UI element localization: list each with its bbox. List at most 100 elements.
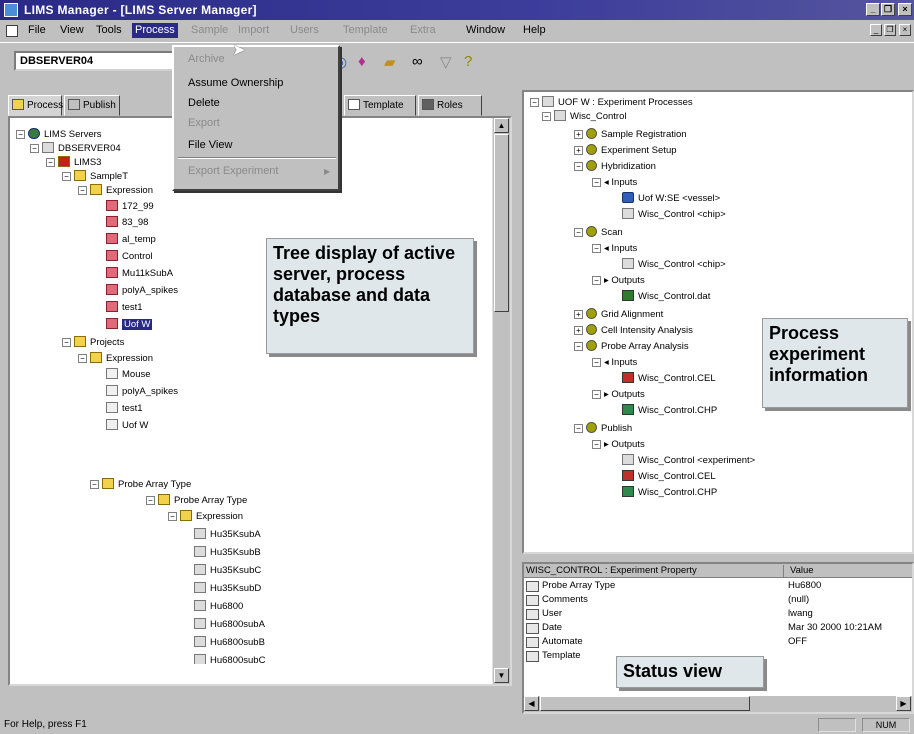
binoculars-icon[interactable]: ∞ <box>412 53 423 70</box>
mdi-close-icon[interactable]: × <box>899 24 911 36</box>
tab-template[interactable]: Template <box>344 95 416 116</box>
minimize-icon[interactable]: _ <box>866 3 880 16</box>
list-item[interactable]: Control <box>106 250 153 263</box>
process-probe-array-analysis[interactable]: − Probe Array Analysis <box>574 340 689 353</box>
process-experiment-setup[interactable]: + Experiment Setup <box>574 144 677 157</box>
hyb-inputs[interactable]: − ◂ Inputs <box>592 176 637 189</box>
tab-publish[interactable]: Publish <box>64 95 120 116</box>
document-icon[interactable] <box>6 25 18 37</box>
table-row[interactable]: Date Mar 30 2000 10:21AM <box>524 622 914 636</box>
menu-item-export[interactable]: Export <box>188 117 220 129</box>
table-row[interactable]: User lwang <box>524 608 914 622</box>
menu-extra[interactable]: Extra <box>410 24 436 36</box>
list-item[interactable]: Uof W <box>106 419 148 432</box>
menu-process[interactable]: Process <box>132 23 178 38</box>
scan-input-chip[interactable]: Wisc_Control <chip> <box>622 258 726 271</box>
menu-window[interactable]: Window <box>466 24 505 36</box>
tree-node-projects[interactable]: − Projects <box>62 336 124 349</box>
tree-node-probe-expression[interactable]: − Expression <box>168 510 243 523</box>
list-item[interactable]: Hu6800subA <box>194 618 265 631</box>
list-item[interactable]: Hu35KsubB <box>194 546 261 559</box>
process-hybridization[interactable]: − Hybridization <box>574 160 656 173</box>
tab-roles[interactable]: Roles <box>418 95 482 116</box>
list-item[interactable]: Mu11kSubA <box>106 267 173 280</box>
menu-import[interactable]: Import <box>238 24 269 36</box>
menu-tools[interactable]: Tools <box>96 24 122 36</box>
restore-icon[interactable]: ❐ <box>881 3 895 16</box>
menu-file[interactable]: File <box>28 24 46 36</box>
list-item[interactable]: polyA_spikes <box>106 385 178 398</box>
server-combo[interactable]: DBSERVER04 <box>14 51 174 71</box>
list-item[interactable]: Hu6800subC <box>194 654 265 664</box>
publish-output-cel[interactable]: Wisc_Control.CEL <box>622 470 716 483</box>
filter-icon[interactable]: ▽ <box>440 53 452 71</box>
table-row[interactable]: Probe Array Type Hu6800 <box>524 580 914 594</box>
menu-item-export-experiment[interactable]: Export Experiment <box>188 165 278 177</box>
list-item[interactable]: polyA_spikes <box>106 284 178 297</box>
tree-node-samples[interactable]: − SampleT <box>62 170 128 183</box>
tree-node-probe-array-type[interactable]: − Probe Array Type <box>90 478 191 491</box>
process-scan[interactable]: − Scan <box>574 226 623 239</box>
list-item-selected[interactable]: Uof W <box>106 318 153 331</box>
list-item[interactable]: 172_99 <box>106 200 154 213</box>
scan-output-dat[interactable]: Wisc_Control.dat <box>622 290 710 303</box>
hyb-input-vessel[interactable]: Uof W:SE <vessel> <box>622 192 720 205</box>
horizontal-scrollbar[interactable]: ◀ ▶ <box>524 696 912 712</box>
process-control[interactable]: − Wisc_Control <box>542 110 627 123</box>
list-item[interactable]: Hu35KsubC <box>194 564 261 577</box>
publish-outputs[interactable]: − ▸ Outputs <box>592 438 645 451</box>
paa-inputs[interactable]: − ◂ Inputs <box>592 356 637 369</box>
menu-item-assume-ownership[interactable]: Assume Ownership <box>188 77 283 89</box>
tree-node-expression[interactable]: − Expression <box>78 184 153 197</box>
tree-node-server[interactable]: − DBSERVER04 <box>30 142 121 155</box>
link-icon[interactable]: ♦ <box>358 53 366 70</box>
menu-users[interactable]: Users <box>290 24 319 36</box>
process-root[interactable]: − UOF W : Experiment Processes <box>530 96 693 109</box>
scan-inputs[interactable]: − ◂ Inputs <box>592 242 637 255</box>
mdi-minimize-icon[interactable]: _ <box>870 24 882 36</box>
process-sample-registration[interactable]: + Sample Registration <box>574 128 687 141</box>
menu-template[interactable]: Template <box>343 24 388 36</box>
list-item[interactable]: test1 <box>106 301 143 314</box>
menu-sample[interactable]: Sample <box>191 24 228 36</box>
menu-help[interactable]: Help <box>523 24 546 36</box>
list-item[interactable]: Hu6800 <box>194 600 243 613</box>
scroll-left-icon[interactable]: ◀ <box>524 696 539 711</box>
left-vertical-scrollbar[interactable]: ▲ ▼ <box>492 118 510 684</box>
hscroll-thumb[interactable] <box>540 696 750 711</box>
folder-open-icon[interactable]: ▰ <box>384 53 396 71</box>
scroll-down-icon[interactable]: ▼ <box>494 668 509 683</box>
property-column-header[interactable]: WISC_CONTROL : Experiment Property <box>526 565 784 577</box>
table-row[interactable]: Comments (null) <box>524 594 914 608</box>
tree-node-probe-sub[interactable]: − Probe Array Type <box>146 494 247 507</box>
scroll-thumb[interactable] <box>494 134 509 312</box>
tree-node-db[interactable]: − LIMS3 <box>46 156 101 169</box>
menu-item-archive[interactable]: Archive <box>188 53 225 65</box>
help-pointer-icon[interactable]: ? <box>464 53 472 70</box>
list-item[interactable]: 83_98 <box>106 216 148 229</box>
menu-view[interactable]: View <box>60 24 84 36</box>
list-item[interactable]: test1 <box>106 402 143 415</box>
menu-item-delete[interactable]: Delete <box>188 97 220 109</box>
scroll-right-icon[interactable]: ▶ <box>896 696 911 711</box>
list-item[interactable]: Hu35KsubA <box>194 528 261 541</box>
paa-output-chp[interactable]: Wisc_Control.CHP <box>622 404 717 417</box>
list-item[interactable]: Mouse <box>106 368 151 381</box>
process-grid-alignment[interactable]: + Grid Alignment <box>574 308 663 321</box>
process-cell-intensity[interactable]: + Cell Intensity Analysis <box>574 324 693 337</box>
value-column-header[interactable]: Value <box>790 565 814 576</box>
list-item[interactable]: al_temp <box>106 233 156 246</box>
hyb-input-chip[interactable]: Wisc_Control <chip> <box>622 208 726 221</box>
tree-node-lims-servers[interactable]: − LIMS Servers <box>16 128 102 141</box>
close-icon[interactable]: × <box>898 3 912 16</box>
list-item[interactable]: Hu35KsubD <box>194 582 261 595</box>
table-row[interactable]: Automate OFF <box>524 636 914 650</box>
publish-output-experiment[interactable]: Wisc_Control <experiment> <box>622 454 755 467</box>
mdi-restore-icon[interactable]: ❐ <box>884 24 896 36</box>
list-item[interactable]: Hu6800subB <box>194 636 265 649</box>
menu-item-file-view[interactable]: File View <box>188 139 232 151</box>
tree-node-projects-expression[interactable]: − Expression <box>78 352 153 365</box>
paa-outputs[interactable]: − ▸ Outputs <box>592 388 645 401</box>
scan-outputs[interactable]: − ▸ Outputs <box>592 274 645 287</box>
process-publish[interactable]: − Publish <box>574 422 632 435</box>
